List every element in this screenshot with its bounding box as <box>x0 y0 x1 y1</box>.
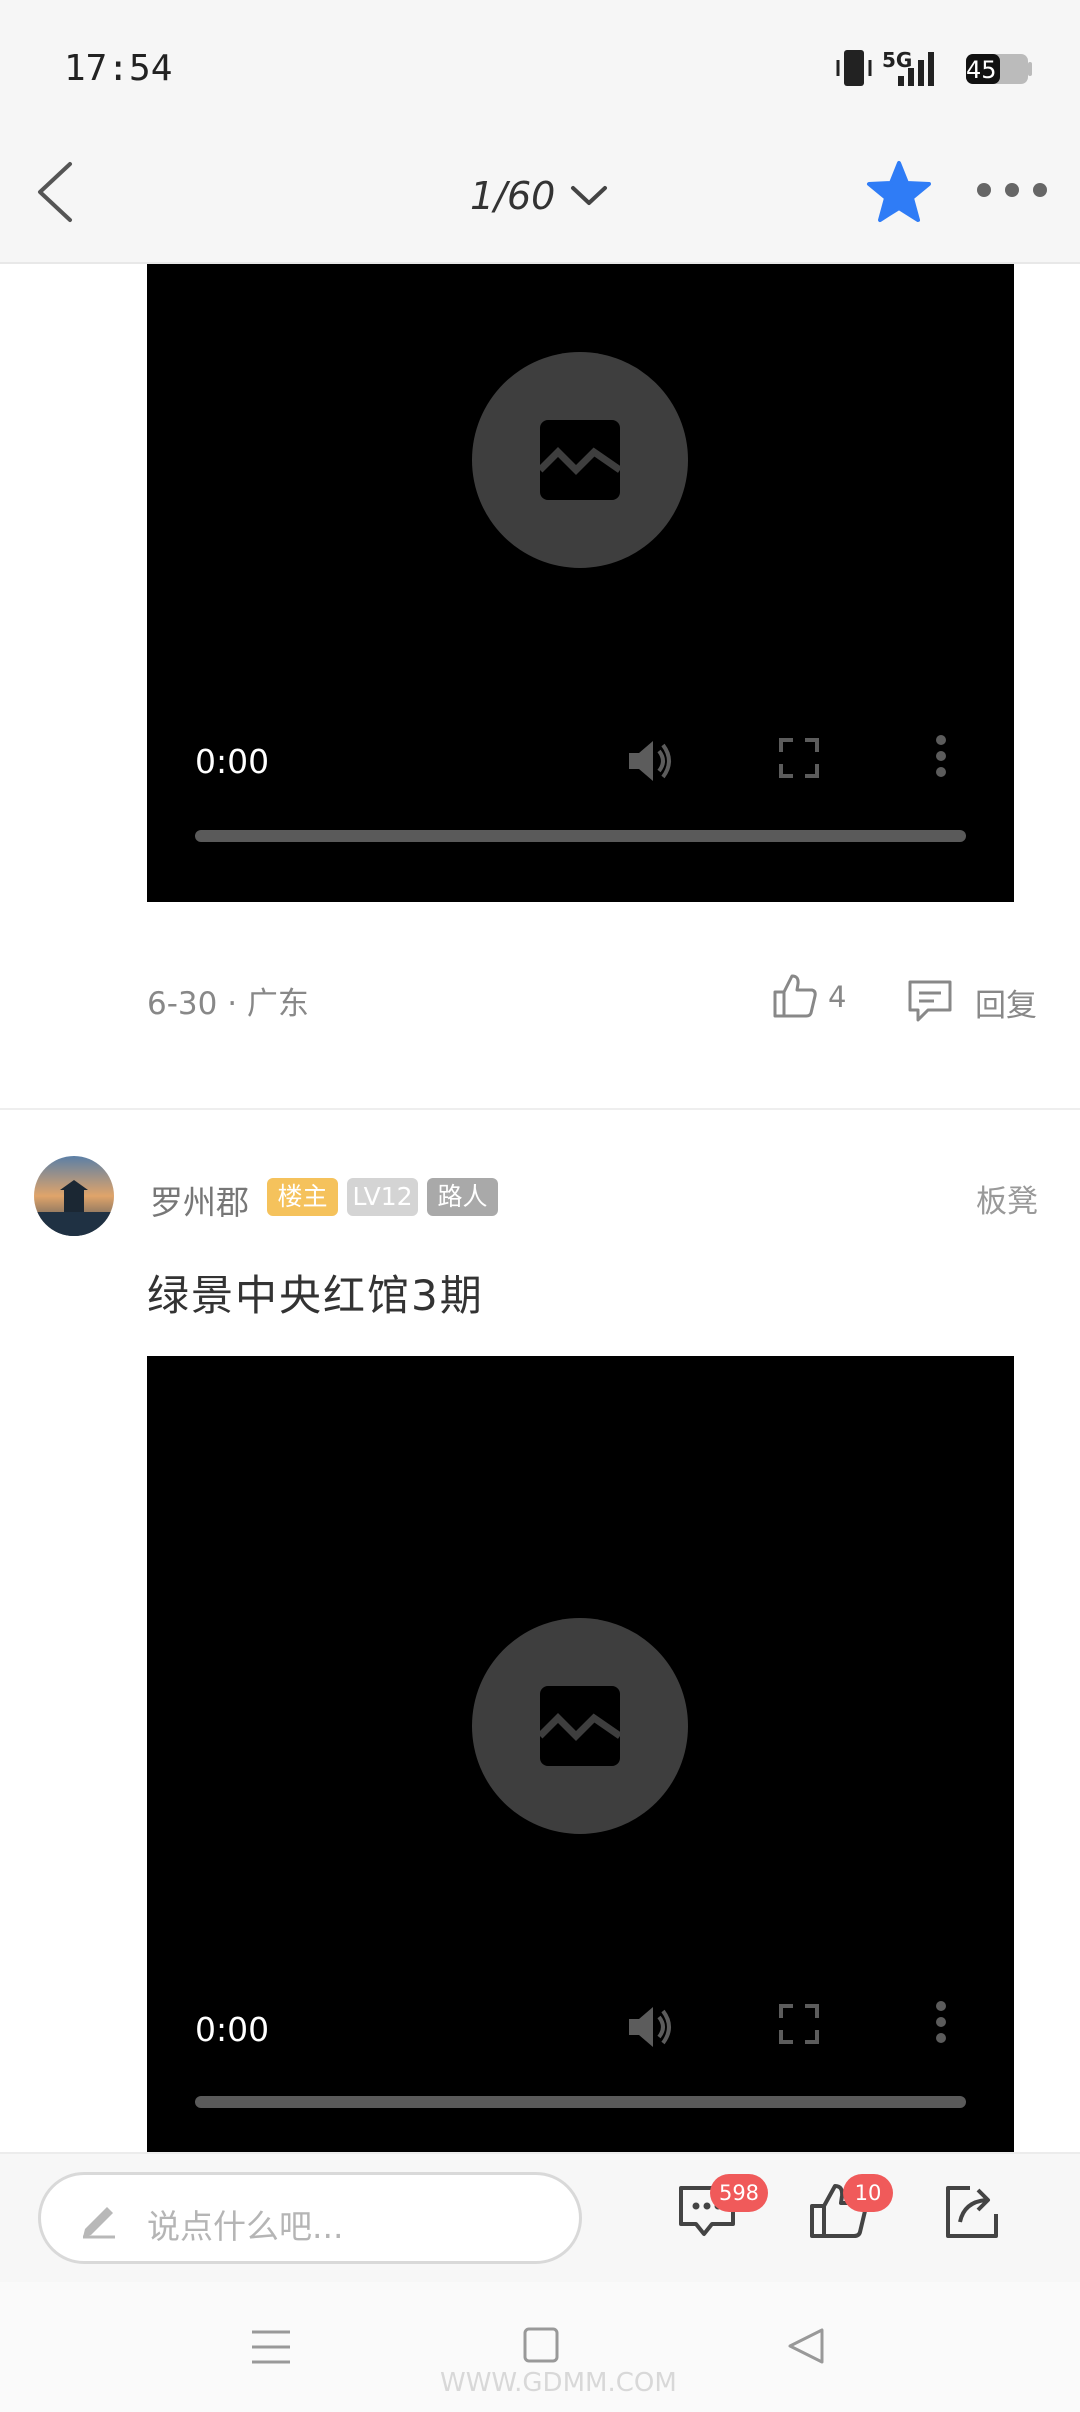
page-selector[interactable]: 1/60 <box>470 168 609 224</box>
video-time: 0:00 <box>195 742 270 781</box>
system-back-button[interactable] <box>786 2326 826 2370</box>
recent-apps-button[interactable] <box>250 2326 292 2372</box>
comment-text: 绿景中央红馆3期 <box>147 1271 484 1320</box>
back-button[interactable] <box>26 154 86 230</box>
share-button[interactable] <box>940 2180 1002 2246</box>
video-progress-bar[interactable] <box>195 2096 966 2108</box>
video-player[interactable]: 0:00 <box>147 264 1014 902</box>
broken-image-icon <box>538 420 622 500</box>
watermark: WWW.GDMM.COM <box>440 2368 677 2398</box>
home-button[interactable] <box>522 2326 560 2368</box>
more-dots-icon <box>977 183 1047 197</box>
like-button[interactable] <box>772 972 818 1024</box>
star-icon <box>867 161 931 222</box>
system-nav-bar: WWW.GDMM.COM <box>0 2282 1080 2412</box>
comment-input-placeholder: 说点什么吧... <box>147 2207 344 2246</box>
fullscreen-icon[interactable] <box>779 738 819 782</box>
thumbs-up-icon <box>773 974 817 1018</box>
owner-badge: 楼主 <box>267 1178 338 1216</box>
status-bar: 17:54 <box>0 0 1080 120</box>
video-time: 0:00 <box>195 2010 270 2049</box>
fullscreen-icon[interactable] <box>779 2004 819 2048</box>
avatar[interactable] <box>34 1156 114 1236</box>
section-divider <box>0 1108 1080 1110</box>
post-date-location: 6-30 · 广东 <box>147 986 309 1022</box>
role-badge: 路人 <box>427 1178 498 1216</box>
back-arrow-icon <box>38 162 72 222</box>
video-placeholder-button[interactable] <box>472 1618 688 1834</box>
comment-icon <box>908 980 952 1022</box>
battery-level: 45 <box>966 56 997 84</box>
status-time: 17:54 <box>64 48 173 89</box>
pen-icon <box>79 2199 119 2243</box>
favorite-button[interactable] <box>866 160 932 228</box>
more-options-button[interactable] <box>976 180 1048 204</box>
like-count-badge: 10 <box>843 2174 893 2212</box>
reply-label[interactable]: 回复 <box>975 980 1037 1025</box>
chevron-down-icon <box>571 186 608 205</box>
username[interactable]: 罗州郡 <box>150 1176 249 1224</box>
like-count: 4 <box>828 980 847 1014</box>
network-label: 5G <box>882 48 913 72</box>
video-player[interactable]: 0:00 <box>147 1356 1014 2152</box>
level-badge: LV12 <box>347 1178 418 1216</box>
comment-input[interactable]: 说点什么吧... <box>38 2172 582 2264</box>
video-more-icon[interactable] <box>935 2000 947 2048</box>
status-icons <box>836 46 1036 90</box>
video-progress-bar[interactable] <box>195 830 966 842</box>
reply-button[interactable] <box>906 978 954 1028</box>
floor-label: 板凳 <box>976 1184 1038 1220</box>
volume-icon[interactable] <box>625 2002 675 2056</box>
video-placeholder-button[interactable] <box>472 352 688 568</box>
bottom-action-bar: 说点什么吧... 598 10 <box>0 2152 1080 2282</box>
page-indicator: 1/60 <box>470 174 556 218</box>
menu-icon <box>252 2330 290 2364</box>
avatar-image <box>34 1156 114 1236</box>
home-square-icon <box>523 2327 559 2363</box>
share-icon <box>946 2186 998 2238</box>
video-more-icon[interactable] <box>935 734 947 782</box>
broken-image-icon <box>538 1686 622 1766</box>
comment-count-badge: 598 <box>710 2174 768 2212</box>
back-triangle-icon <box>788 2328 824 2364</box>
vibrate-icon <box>836 50 872 86</box>
post-meta-row: 6-30 · 广东 4 回复 <box>0 966 1080 1036</box>
volume-icon[interactable] <box>625 736 675 790</box>
